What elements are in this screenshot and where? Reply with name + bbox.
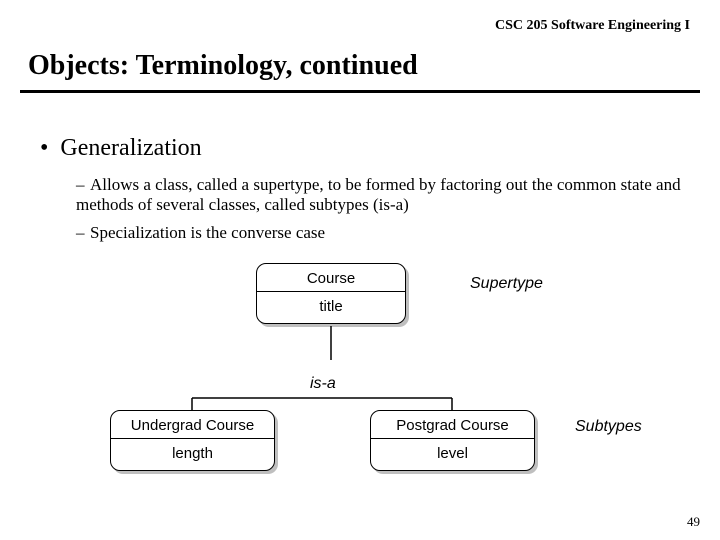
label-isa: is-a [310,375,336,393]
title-underline [20,90,700,93]
bullet-text: Generalization [60,135,201,161]
subbullet-2-text: Specialization is the converse case [90,223,325,242]
label-subtypes: Subtypes [575,418,642,436]
label-supertype: Supertype [470,275,543,293]
subbullet-1: –Allows a class, called a supertype, to … [76,175,696,215]
page-number: 49 [687,514,700,530]
class-name-course: Course [257,264,405,292]
class-box-course: Course title [256,263,406,324]
class-attr-title: title [257,292,405,323]
class-box-postgrad: Postgrad Course level [370,410,535,471]
bullet-generalization: • Generalization [40,135,202,162]
class-name-undergrad: Undergrad Course [111,411,274,439]
course-header: CSC 205 Software Engineering I [495,18,690,34]
class-attr-level: level [371,439,534,470]
subbullet-1-text: Allows a class, called a supertype, to b… [76,175,681,214]
class-attr-length: length [111,439,274,470]
class-name-postgrad: Postgrad Course [371,411,534,439]
subbullet-2: –Specialization is the converse case [76,223,325,243]
class-box-undergrad: Undergrad Course length [110,410,275,471]
slide-title: Objects: Terminology, continued [28,50,418,82]
